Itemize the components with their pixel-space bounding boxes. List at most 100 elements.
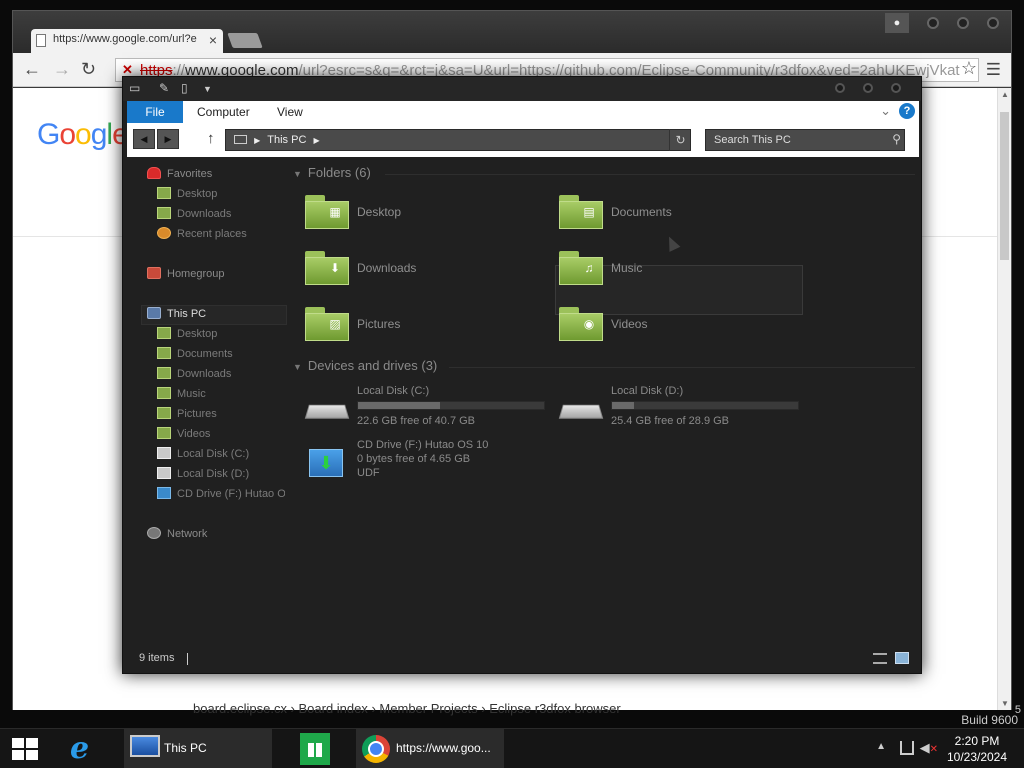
explorer-maximize-button[interactable] bbox=[863, 83, 873, 93]
folder-emblem: ♫ bbox=[584, 261, 594, 275]
cd-drive-icon bbox=[157, 487, 171, 499]
breadcrumb-chevron-icon[interactable]: ▶ bbox=[254, 136, 260, 145]
nav-favorites[interactable]: Favorites bbox=[147, 165, 212, 183]
folder-tile-downloads[interactable]: ⬇ Downloads bbox=[305, 245, 553, 295]
tray-expand-icon[interactable]: ▲ bbox=[876, 741, 886, 752]
folder-icon bbox=[157, 207, 171, 219]
new-tab-button[interactable] bbox=[227, 33, 263, 48]
scroll-up-icon[interactable]: ▲ bbox=[1001, 90, 1009, 99]
collapse-caret-icon[interactable]: ▼ bbox=[293, 169, 302, 179]
nav-pc-music[interactable]: Music bbox=[157, 385, 206, 403]
scroll-thumb[interactable] bbox=[1000, 112, 1009, 260]
close-button[interactable] bbox=[987, 17, 999, 29]
address-bar[interactable]: ▶ This PC ▶ bbox=[225, 129, 691, 151]
network-tray-icon[interactable] bbox=[900, 741, 914, 755]
logo-letter: o bbox=[75, 118, 92, 151]
nav-label: Downloads bbox=[177, 368, 232, 380]
forward-button[interactable]: ▶ bbox=[157, 129, 179, 149]
drive-local-disk-c[interactable]: Local Disk (C:) 22.6 GB free of 40.7 GB bbox=[304, 385, 555, 437]
folder-icon bbox=[157, 327, 171, 339]
nav-favorites-downloads[interactable]: Downloads bbox=[157, 205, 231, 223]
tab-view[interactable]: View bbox=[277, 105, 303, 119]
volume-muted-icon[interactable]: ◀✕ bbox=[920, 740, 938, 756]
nav-favorites-desktop[interactable]: Desktop bbox=[157, 185, 217, 203]
window-controls: ● bbox=[885, 13, 999, 33]
user-icon[interactable]: ● bbox=[885, 13, 909, 33]
page-breadcrumb[interactable]: board.eclipse.cx › Board index › Member … bbox=[193, 701, 621, 716]
taskbar: e This PC https://www.goo... ▲ ◀✕ 2:20 P… bbox=[0, 728, 1024, 768]
reload-icon[interactable]: ↻ bbox=[81, 59, 96, 80]
taskbar-chrome[interactable]: https://www.goo... bbox=[356, 729, 504, 768]
nav-network[interactable]: Network bbox=[147, 525, 207, 543]
breadcrumb-chevron-icon[interactable]: ▶ bbox=[313, 136, 319, 145]
up-arrow-icon[interactable]: ↑ bbox=[207, 130, 215, 147]
nav-pc-downloads[interactable]: Downloads bbox=[157, 365, 231, 383]
taskbar-this-pc[interactable]: This PC bbox=[124, 729, 272, 768]
nav-recent-places[interactable]: Recent places bbox=[157, 225, 247, 243]
store-icon[interactable] bbox=[300, 733, 330, 765]
help-icon[interactable]: ? bbox=[899, 103, 915, 119]
explorer-minimize-button[interactable] bbox=[835, 83, 845, 93]
status-bar: 9 items bbox=[123, 649, 921, 669]
forward-arrow-icon[interactable]: → bbox=[53, 59, 71, 80]
drive-local-disk-d[interactable]: Local Disk (D:) 25.4 GB free of 28.9 GB bbox=[558, 385, 809, 437]
back-arrow-icon[interactable]: ← bbox=[23, 59, 41, 80]
maximize-button[interactable] bbox=[957, 17, 969, 29]
folder-tile-videos[interactable]: ◉ Videos bbox=[559, 301, 807, 351]
nav-homegroup[interactable]: Homegroup bbox=[147, 265, 224, 283]
explorer-titlebar: ▭ ✎ ▯ ▼ bbox=[123, 77, 921, 101]
network-icon bbox=[147, 527, 161, 539]
nav-pc-pictures[interactable]: Pictures bbox=[157, 405, 217, 423]
computer-icon: ▭ bbox=[129, 81, 141, 95]
start-button[interactable] bbox=[12, 738, 38, 760]
folder-tile-music[interactable]: ♫ Music bbox=[559, 245, 807, 295]
internet-explorer-icon[interactable]: e bbox=[70, 734, 100, 764]
new-folder-icon[interactable]: ▯ bbox=[181, 81, 188, 95]
nav-pc-desktop[interactable]: Desktop bbox=[157, 325, 217, 343]
nav-label: Videos bbox=[177, 428, 211, 440]
drive-name: Local Disk (C:) bbox=[357, 385, 430, 397]
menu-icon[interactable]: ☰ bbox=[986, 60, 1001, 80]
tab-file[interactable]: File bbox=[127, 101, 183, 123]
nav-local-disk-d[interactable]: Local Disk (D:) bbox=[157, 465, 249, 483]
drive-name: Local Disk (D:) bbox=[611, 385, 684, 397]
search-icon[interactable]: ⚲ bbox=[892, 132, 901, 146]
build-label: Build 9600 bbox=[961, 713, 1018, 727]
heart-icon bbox=[147, 167, 161, 179]
nav-cd-drive[interactable]: CD Drive (F:) Hutao OS 10 bbox=[157, 485, 285, 503]
drive-name: CD Drive (F:) Hutao OS 10 bbox=[357, 439, 489, 451]
explorer-close-button[interactable] bbox=[891, 83, 901, 93]
bookmark-star-icon[interactable]: ☆ bbox=[961, 58, 977, 79]
folders-group-header[interactable]: ▼ Folders (6) bbox=[293, 165, 371, 180]
quick-access-chevron-icon[interactable]: ▼ bbox=[203, 84, 212, 94]
properties-icon[interactable]: ✎ bbox=[159, 81, 169, 95]
scroll-down-icon[interactable]: ▼ bbox=[1001, 699, 1009, 708]
large-icons-view-icon[interactable] bbox=[895, 652, 909, 664]
page-scrollbar[interactable]: ▲ ▼ bbox=[997, 88, 1011, 710]
search-input[interactable]: Search This PC bbox=[705, 129, 905, 151]
folder-tile-documents-content[interactable]: ▤ Documents bbox=[559, 189, 807, 239]
nav-local-disk-c[interactable]: Local Disk (C:) bbox=[157, 445, 249, 463]
drive-cd-f[interactable]: ⬇ CD Drive (F:) Hutao OS 10 0 bytes free… bbox=[305, 439, 555, 489]
clock[interactable]: 2:20 PM 10/23/2024 bbox=[942, 733, 1012, 765]
nav-label: Recent places bbox=[177, 228, 247, 240]
refresh-icon[interactable]: ↻ bbox=[669, 129, 691, 151]
tab-close-button[interactable]: × bbox=[209, 32, 217, 48]
back-button[interactable]: ◀ bbox=[133, 129, 155, 149]
file-explorer-window: ▭ ✎ ▯ ▼ File Computer View ⌄ ? ◀ ▶ ↑ ▶ T… bbox=[122, 76, 922, 674]
details-view-icon[interactable] bbox=[873, 653, 887, 664]
nav-label: Desktop bbox=[177, 328, 218, 340]
drives-group-header[interactable]: ▼ Devices and drives (3) bbox=[293, 358, 437, 373]
nav-pc-videos[interactable]: Videos bbox=[157, 425, 210, 443]
browser-tab[interactable]: https://www.google.com/url?e × bbox=[31, 29, 223, 53]
documents-folder-icon: ▤ bbox=[559, 193, 603, 229]
nav-pc-documents[interactable]: Documents bbox=[157, 345, 233, 363]
nav-this-pc[interactable]: This PC bbox=[147, 305, 206, 323]
tab-computer[interactable]: Computer bbox=[197, 105, 250, 119]
collapse-caret-icon[interactable]: ▼ bbox=[293, 362, 302, 372]
folder-tile-desktop[interactable]: ▦ Desktop bbox=[305, 189, 553, 239]
breadcrumb-location[interactable]: This PC bbox=[267, 134, 306, 146]
expand-ribbon-icon[interactable]: ⌄ bbox=[880, 103, 891, 119]
minimize-button[interactable] bbox=[927, 17, 939, 29]
folder-tile-pictures[interactable]: ▨ Pictures bbox=[305, 301, 553, 351]
